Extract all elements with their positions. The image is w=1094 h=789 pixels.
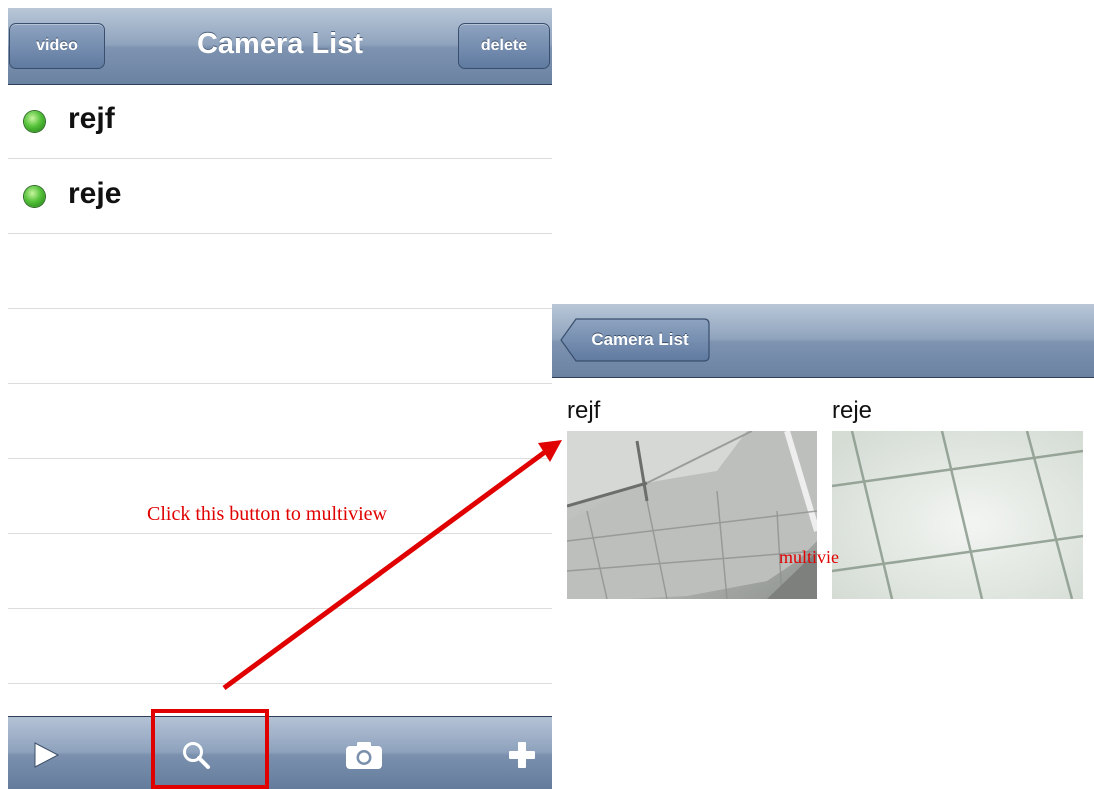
annotation-multiview-label: multivie bbox=[779, 547, 839, 567]
annotation-arrow bbox=[222, 440, 562, 691]
annotation-instruction: Click this button to multiview bbox=[147, 503, 387, 525]
highlight-search-button bbox=[151, 709, 269, 789]
